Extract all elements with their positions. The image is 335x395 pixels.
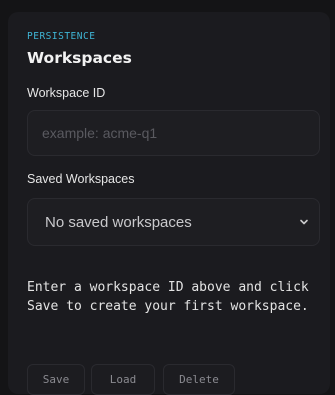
help-text: Enter a workspace ID above and click Sav… (27, 280, 317, 314)
saved-workspaces-selected: No saved workspaces (45, 214, 192, 231)
saved-workspaces-label: Saved Workspaces (27, 172, 135, 186)
delete-button[interactable]: Delete (163, 364, 235, 395)
panel-title: Workspaces (27, 49, 132, 67)
workspace-id-label: Workspace ID (27, 86, 106, 100)
load-button[interactable]: Load (91, 364, 155, 395)
saved-workspaces-select[interactable]: No saved workspaces (27, 198, 320, 246)
workspace-id-input[interactable] (27, 110, 320, 156)
save-button[interactable]: Save (27, 364, 85, 395)
workspaces-panel: PERSISTENCE Workspaces Workspace ID Save… (8, 12, 330, 395)
chevron-down-icon (300, 219, 308, 225)
section-eyebrow: PERSISTENCE (27, 31, 96, 42)
